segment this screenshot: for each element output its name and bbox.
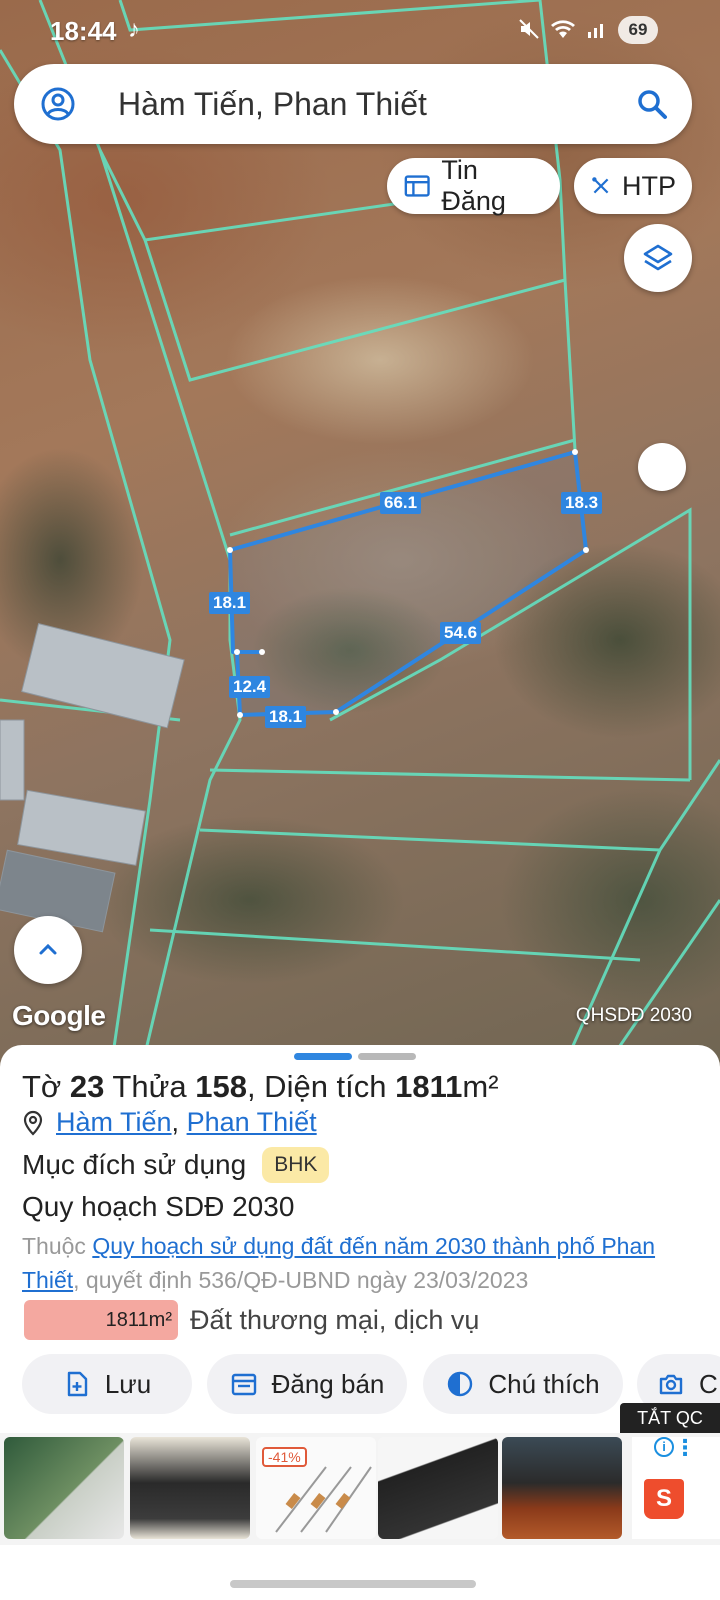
status-bar: 18:44 ♪ 69 xyxy=(0,0,720,60)
search-bar[interactable]: Hàm Tiến, Phan Thiết xyxy=(14,64,692,144)
signal-icon xyxy=(588,24,603,38)
purpose-row: Mục đích sử dụng BHK xyxy=(22,1147,330,1183)
status-time: 18:44 xyxy=(50,16,117,46)
news-chip[interactable]: Tin Đăng xyxy=(387,155,560,216)
land-use-label: Đất thương mại, dịch vụ xyxy=(190,1304,480,1335)
layers-button[interactable] xyxy=(624,224,692,292)
contrast-icon xyxy=(448,1371,473,1397)
expand-sheet-button[interactable] xyxy=(14,916,82,984)
listings-icon xyxy=(404,175,430,197)
ad-more-icon[interactable]: ⋮ xyxy=(674,1435,696,1461)
location-pin-icon xyxy=(23,1110,43,1136)
area-prefix: , Diện tích xyxy=(246,1069,396,1104)
ad-product-image[interactable] xyxy=(4,1437,124,1539)
camera-icon xyxy=(659,1374,683,1395)
compass-button[interactable] xyxy=(638,443,686,491)
google-logo: Google xyxy=(12,1000,106,1031)
satellite-map[interactable]: 66.1 18.3 18.1 54.6 12.4 18.1 18:44 ♪ 69… xyxy=(0,0,720,1075)
post-for-sale-label: Đăng bán xyxy=(271,1368,385,1399)
ad-info-icon[interactable]: i xyxy=(654,1437,674,1457)
page-dot-active[interactable] xyxy=(294,1053,352,1060)
plan-description: Thuộc Quy hoạch sử dụng đất đến năm 2030… xyxy=(22,1229,662,1297)
chevron-up-icon xyxy=(39,943,57,955)
wifi-icon xyxy=(551,20,575,38)
shopee-bag-icon: S xyxy=(644,1479,684,1519)
ad-product-image[interactable] xyxy=(130,1437,250,1539)
plan-watermark: QHSDĐ 2030 xyxy=(575,1005,692,1026)
close-ads-button[interactable]: TẮT QC xyxy=(620,1403,720,1433)
legend-label: Chú thích xyxy=(488,1368,600,1399)
dimension-label: 18.1 xyxy=(209,592,251,614)
htp-chip-label: HTP xyxy=(622,170,676,201)
sheet-prefix: Tờ xyxy=(22,1069,70,1104)
tools-icon xyxy=(592,177,609,194)
tiktok-icon: ♪ xyxy=(128,16,140,43)
land-use-legend: 1811m² Đất thương mại, dịch vụ xyxy=(24,1300,479,1340)
plan-title: Quy hoạch SDĐ 2030 xyxy=(22,1191,295,1222)
search-input[interactable]: Hàm Tiến, Phan Thiết xyxy=(118,86,427,123)
gesture-nav-handle[interactable] xyxy=(230,1580,476,1588)
area-value: 1811 xyxy=(395,1069,463,1104)
plan-suffix: , quyết định 536/QĐ-UBND ngày 23/03/2023 xyxy=(73,1267,529,1293)
layers-icon xyxy=(643,244,673,271)
area-unit: m² xyxy=(462,1069,499,1104)
legend-button[interactable]: Chú thích xyxy=(423,1354,623,1414)
post-for-sale-button[interactable]: Đăng bán xyxy=(207,1354,407,1414)
save-button[interactable]: Lưu xyxy=(22,1354,192,1414)
ad-product-image[interactable]: -41% xyxy=(256,1437,376,1539)
dimension-label: 18.3 xyxy=(561,492,603,514)
plan-prefix: Thuộc xyxy=(22,1233,93,1259)
page-indicator[interactable] xyxy=(294,1053,416,1060)
save-label: Lưu xyxy=(104,1368,152,1399)
battery-indicator: 69 xyxy=(618,16,658,44)
separator: , xyxy=(171,1107,180,1137)
sheet-number: 23 xyxy=(69,1069,105,1104)
parcel-title: Tờ 23 Thửa 158, Diện tích 1811m² xyxy=(22,1069,499,1105)
purpose-label: Mục đích sử dụng xyxy=(22,1149,247,1180)
account-icon[interactable] xyxy=(40,86,76,122)
ad-product-image[interactable] xyxy=(378,1437,498,1539)
ward-link[interactable]: Hàm Tiến xyxy=(56,1107,172,1137)
purpose-badge[interactable]: BHK xyxy=(262,1147,330,1183)
page-dot[interactable] xyxy=(358,1053,416,1060)
mute-icon xyxy=(519,19,539,39)
dimension-label: 12.4 xyxy=(229,676,271,698)
land-use-swatch: 1811m² xyxy=(24,1300,178,1340)
add-file-icon xyxy=(67,1371,88,1397)
ad-product-image[interactable] xyxy=(502,1437,622,1539)
htp-chip[interactable]: HTP xyxy=(574,158,692,214)
location-row: Hàm Tiến, Phan Thiết xyxy=(22,1107,317,1138)
ad-banner[interactable]: -41% S i ⋮ xyxy=(0,1433,720,1545)
listing-icon xyxy=(231,1373,256,1396)
dimension-label: 18.1 xyxy=(265,706,307,728)
discount-badge: -41% xyxy=(262,1447,307,1467)
city-link[interactable]: Phan Thiết xyxy=(187,1107,317,1137)
lot-prefix: Thửa xyxy=(104,1069,196,1104)
search-icon[interactable] xyxy=(634,86,670,122)
dimension-label: 66.1 xyxy=(380,492,422,514)
news-chip-label: Tin Đăng xyxy=(441,155,506,216)
lot-number: 158 xyxy=(195,1069,247,1104)
dimension-label: 54.6 xyxy=(440,622,482,644)
photo-label: C xyxy=(699,1368,718,1399)
